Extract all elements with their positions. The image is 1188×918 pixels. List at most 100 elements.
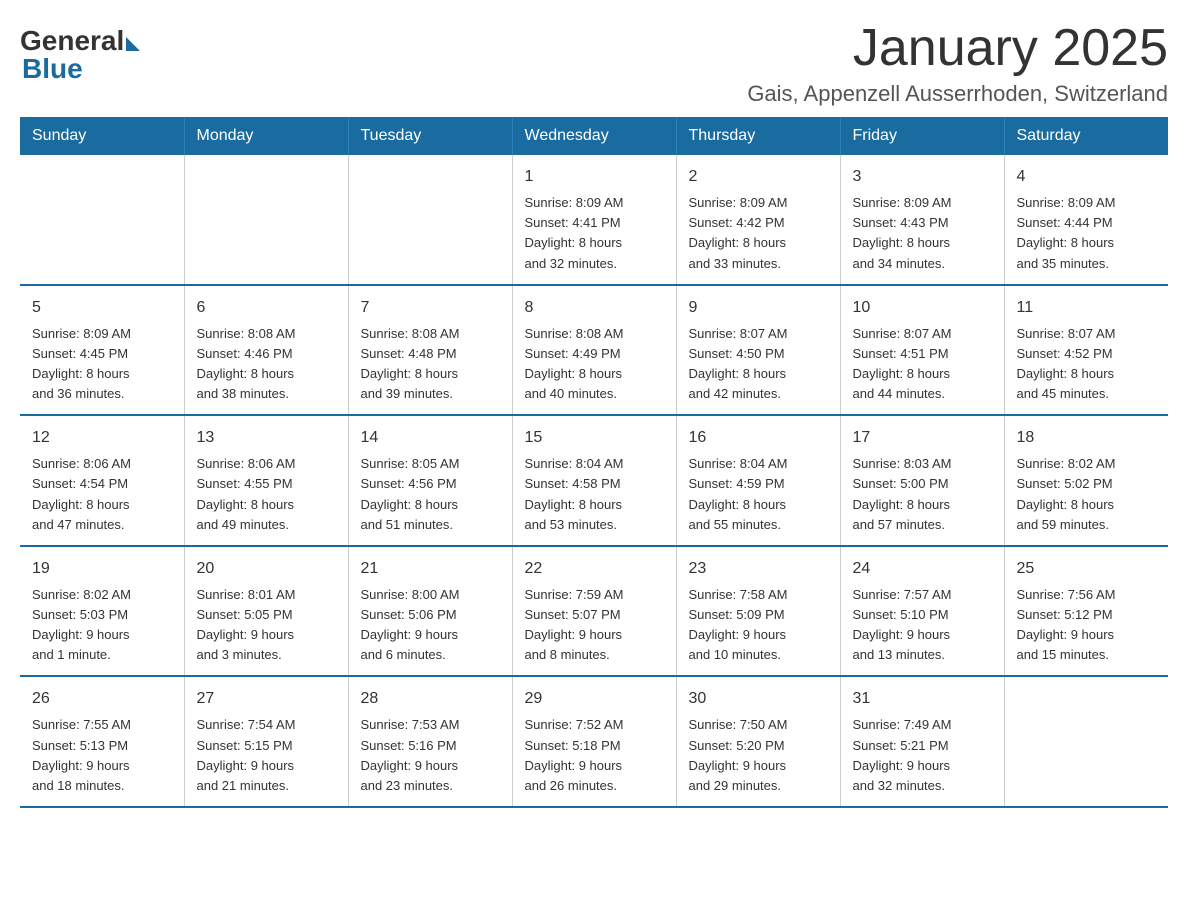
calendar-cell: 12 Sunrise: 8:06 AM Sunset: 4:54 PM Dayli…	[20, 415, 184, 546]
day-number: 19	[32, 557, 172, 581]
day-info: Sunrise: 8:07 AM Sunset: 4:50 PM Dayligh…	[689, 324, 828, 405]
calendar-cell	[20, 155, 184, 285]
day-info: Sunrise: 8:07 AM Sunset: 4:52 PM Dayligh…	[1017, 324, 1157, 405]
day-header-monday: Monday	[184, 117, 348, 155]
day-number: 15	[525, 426, 664, 450]
calendar-cell	[1004, 676, 1168, 807]
logo-triangle-icon	[126, 37, 140, 51]
day-info: Sunrise: 8:06 AM Sunset: 4:54 PM Dayligh…	[32, 454, 172, 535]
day-number: 30	[689, 687, 828, 711]
calendar-cell: 8 Sunrise: 8:08 AM Sunset: 4:49 PM Daylig…	[512, 285, 676, 416]
calendar-cell: 4 Sunrise: 8:09 AM Sunset: 4:44 PM Daylig…	[1004, 155, 1168, 285]
day-header-wednesday: Wednesday	[512, 117, 676, 155]
calendar-cell: 23Sunrise: 7:58 AM Sunset: 5:09 PM Dayli…	[676, 546, 840, 677]
week-row-2: 5 Sunrise: 8:09 AM Sunset: 4:45 PM Daylig…	[20, 285, 1168, 416]
page-subtitle: Gais, Appenzell Ausserrhoden, Switzerlan…	[747, 81, 1168, 107]
day-info: Sunrise: 8:04 AM Sunset: 4:58 PM Dayligh…	[525, 454, 664, 535]
day-header-friday: Friday	[840, 117, 1004, 155]
day-header-saturday: Saturday	[1004, 117, 1168, 155]
day-header-sunday: Sunday	[20, 117, 184, 155]
calendar-cell: 6 Sunrise: 8:08 AM Sunset: 4:46 PM Daylig…	[184, 285, 348, 416]
calendar-cell: 22 Sunrise: 7:59 AM Sunset: 5:07 PM Dayli…	[512, 546, 676, 677]
week-row-5: 26Sunrise: 7:55 AM Sunset: 5:13 PM Dayli…	[20, 676, 1168, 807]
day-info: Sunrise: 8:04 AM Sunset: 4:59 PM Dayligh…	[689, 454, 828, 535]
calendar-cell: 24 Sunrise: 7:57 AM Sunset: 5:10 PM Dayli…	[840, 546, 1004, 677]
day-info: Sunrise: 8:08 AM Sunset: 4:48 PM Dayligh…	[361, 324, 500, 405]
day-info: Sunrise: 8:08 AM Sunset: 4:46 PM Dayligh…	[197, 324, 336, 405]
day-number: 5	[32, 296, 172, 320]
day-number: 10	[853, 296, 992, 320]
week-row-1: 1 Sunrise: 8:09 AM Sunset: 4:41 PM Daylig…	[20, 155, 1168, 285]
day-info: Sunrise: 8:09 AM Sunset: 4:45 PM Dayligh…	[32, 324, 172, 405]
day-header-thursday: Thursday	[676, 117, 840, 155]
day-info: Sunrise: 8:00 AM Sunset: 5:06 PM Dayligh…	[361, 585, 500, 666]
calendar-cell: 18 Sunrise: 8:02 AM Sunset: 5:02 PM Dayli…	[1004, 415, 1168, 546]
day-number: 2	[689, 165, 828, 189]
day-info: Sunrise: 7:56 AM Sunset: 5:12 PM Dayligh…	[1017, 585, 1157, 666]
day-info: Sunrise: 8:09 AM Sunset: 4:41 PM Dayligh…	[525, 193, 664, 274]
calendar-cell: 29Sunrise: 7:52 AM Sunset: 5:18 PM Dayli…	[512, 676, 676, 807]
calendar-cell: 9 Sunrise: 8:07 AM Sunset: 4:50 PM Daylig…	[676, 285, 840, 416]
day-number: 24	[853, 557, 992, 581]
calendar-cell: 7 Sunrise: 8:08 AM Sunset: 4:48 PM Daylig…	[348, 285, 512, 416]
logo: General Blue	[20, 20, 140, 85]
day-info: Sunrise: 8:09 AM Sunset: 4:42 PM Dayligh…	[689, 193, 828, 274]
day-info: Sunrise: 7:55 AM Sunset: 5:13 PM Dayligh…	[32, 715, 172, 796]
day-number: 17	[853, 426, 992, 450]
day-number: 22	[525, 557, 664, 581]
day-number: 1	[525, 165, 664, 189]
calendar-cell: 25 Sunrise: 7:56 AM Sunset: 5:12 PM Dayli…	[1004, 546, 1168, 677]
calendar-cell: 20 Sunrise: 8:01 AM Sunset: 5:05 PM Dayli…	[184, 546, 348, 677]
day-info: Sunrise: 8:03 AM Sunset: 5:00 PM Dayligh…	[853, 454, 992, 535]
calendar-cell: 3Sunrise: 8:09 AM Sunset: 4:43 PM Daylig…	[840, 155, 1004, 285]
day-number: 9	[689, 296, 828, 320]
day-number: 16	[689, 426, 828, 450]
day-info: Sunrise: 7:59 AM Sunset: 5:07 PM Dayligh…	[525, 585, 664, 666]
day-number: 21	[361, 557, 500, 581]
page-header: General Blue January 2025 Gais, Appenzel…	[20, 20, 1168, 107]
day-info: Sunrise: 8:02 AM Sunset: 5:02 PM Dayligh…	[1017, 454, 1157, 535]
day-info: Sunrise: 7:53 AM Sunset: 5:16 PM Dayligh…	[361, 715, 500, 796]
day-number: 12	[32, 426, 172, 450]
day-info: Sunrise: 7:57 AM Sunset: 5:10 PM Dayligh…	[853, 585, 992, 666]
day-number: 25	[1017, 557, 1157, 581]
day-number: 13	[197, 426, 336, 450]
day-info: Sunrise: 7:49 AM Sunset: 5:21 PM Dayligh…	[853, 715, 992, 796]
week-row-4: 19Sunrise: 8:02 AM Sunset: 5:03 PM Dayli…	[20, 546, 1168, 677]
day-number: 6	[197, 296, 336, 320]
calendar-cell: 31 Sunrise: 7:49 AM Sunset: 5:21 PM Dayli…	[840, 676, 1004, 807]
day-number: 18	[1017, 426, 1157, 450]
calendar-cell: 11Sunrise: 8:07 AM Sunset: 4:52 PM Dayli…	[1004, 285, 1168, 416]
calendar-cell	[184, 155, 348, 285]
calendar-header: SundayMondayTuesdayWednesdayThursdayFrid…	[20, 117, 1168, 155]
day-info: Sunrise: 8:01 AM Sunset: 5:05 PM Dayligh…	[197, 585, 336, 666]
calendar-cell: 10 Sunrise: 8:07 AM Sunset: 4:51 PM Dayli…	[840, 285, 1004, 416]
calendar-cell: 14Sunrise: 8:05 AM Sunset: 4:56 PM Dayli…	[348, 415, 512, 546]
day-number: 31	[853, 687, 992, 711]
calendar-cell: 19Sunrise: 8:02 AM Sunset: 5:03 PM Dayli…	[20, 546, 184, 677]
calendar-cell: 30 Sunrise: 7:50 AM Sunset: 5:20 PM Dayli…	[676, 676, 840, 807]
day-number: 3	[853, 165, 992, 189]
day-number: 28	[361, 687, 500, 711]
calendar-cell: 17 Sunrise: 8:03 AM Sunset: 5:00 PM Dayli…	[840, 415, 1004, 546]
calendar-cell: 2 Sunrise: 8:09 AM Sunset: 4:42 PM Daylig…	[676, 155, 840, 285]
day-number: 7	[361, 296, 500, 320]
day-info: Sunrise: 8:05 AM Sunset: 4:56 PM Dayligh…	[361, 454, 500, 535]
day-info: Sunrise: 8:07 AM Sunset: 4:51 PM Dayligh…	[853, 324, 992, 405]
day-number: 27	[197, 687, 336, 711]
day-info: Sunrise: 8:09 AM Sunset: 4:44 PM Dayligh…	[1017, 193, 1157, 274]
day-number: 8	[525, 296, 664, 320]
day-number: 23	[689, 557, 828, 581]
calendar-cell: 16 Sunrise: 8:04 AM Sunset: 4:59 PM Dayli…	[676, 415, 840, 546]
day-number: 20	[197, 557, 336, 581]
day-header-tuesday: Tuesday	[348, 117, 512, 155]
day-info: Sunrise: 8:08 AM Sunset: 4:49 PM Dayligh…	[525, 324, 664, 405]
logo-blue-text: Blue	[20, 53, 83, 85]
day-number: 4	[1017, 165, 1157, 189]
week-row-3: 12 Sunrise: 8:06 AM Sunset: 4:54 PM Dayli…	[20, 415, 1168, 546]
calendar-cell: 1 Sunrise: 8:09 AM Sunset: 4:41 PM Daylig…	[512, 155, 676, 285]
calendar-cell: 28 Sunrise: 7:53 AM Sunset: 5:16 PM Dayli…	[348, 676, 512, 807]
calendar-cell: 21 Sunrise: 8:00 AM Sunset: 5:06 PM Dayli…	[348, 546, 512, 677]
day-info: Sunrise: 7:50 AM Sunset: 5:20 PM Dayligh…	[689, 715, 828, 796]
day-number: 29	[525, 687, 664, 711]
